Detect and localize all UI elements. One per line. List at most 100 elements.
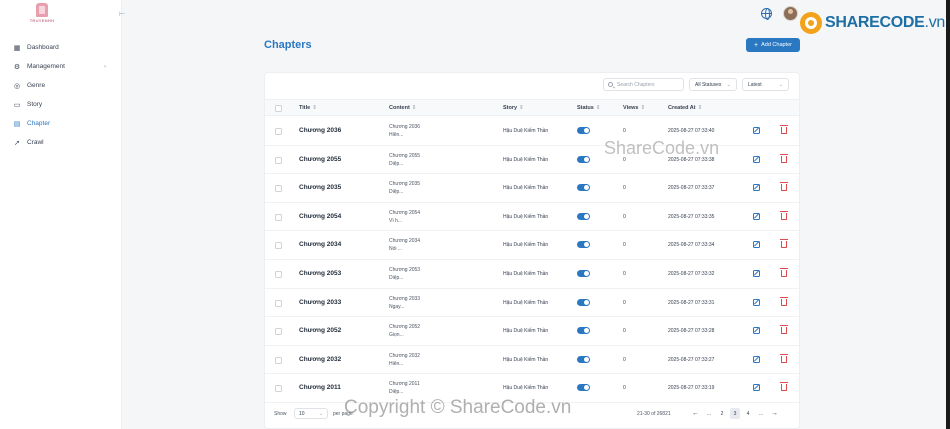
views-count: 0 — [623, 385, 626, 392]
chapter-content: Chương 2052 Giọn... — [389, 323, 420, 339]
trash-icon[interactable] — [780, 296, 788, 306]
status-toggle[interactable] — [577, 241, 590, 249]
trash-icon[interactable] — [780, 239, 788, 249]
chapter-title[interactable]: Chương 2034 — [299, 241, 341, 248]
status-toggle[interactable] — [577, 270, 590, 277]
page-button[interactable]: ... — [756, 408, 766, 419]
table-row[interactable]: Chương 2034 Chương 2034 Nói ... Hậu Duệ Kiế… — [265, 231, 799, 260]
story-name: Hậu Duệ Kiếm Thần — [503, 299, 549, 306]
order-select[interactable]: Latest ⌄ — [742, 78, 789, 91]
chapter-title[interactable]: Chương 2033 — [299, 299, 341, 306]
row-checkbox[interactable] — [275, 156, 282, 164]
table-row[interactable]: Chương 2035 Chương 2035 Diệp... Hậu Duệ Kiế… — [265, 174, 799, 203]
chapter-title[interactable]: Chương 2011 — [299, 384, 341, 391]
status-toggle[interactable] — [577, 298, 590, 306]
table-row[interactable]: Chương 2052 Chương 2052 Giọn... Hậu Duệ Kiế… — [265, 317, 799, 346]
trash-icon[interactable] — [780, 153, 788, 163]
edit-icon[interactable] — [753, 127, 760, 134]
chapter-title[interactable]: Chương 2032 — [299, 356, 341, 363]
row-checkbox[interactable] — [275, 185, 282, 193]
column-created-label: Created At — [668, 105, 696, 111]
status-toggle[interactable] — [577, 127, 590, 134]
column-header-created[interactable]: Created At ⇕ — [668, 105, 702, 111]
chapter-title[interactable]: Chương 2052 — [299, 327, 341, 334]
app-logo[interactable]: TRUYENHH — [24, 3, 60, 27]
row-checkbox[interactable] — [275, 213, 282, 221]
edit-icon[interactable] — [753, 270, 760, 277]
prev-page-arrow-icon[interactable]: ← — [690, 408, 701, 419]
chapter-content: Chương 2054 Vì h... — [389, 209, 420, 225]
trash-icon[interactable] — [780, 210, 788, 220]
trash-icon[interactable] — [780, 325, 788, 335]
chapter-content: Chương 2055 Diệp... — [389, 152, 420, 168]
column-header-views[interactable]: Views ⇕ — [623, 105, 645, 111]
edit-icon[interactable] — [753, 184, 760, 192]
add-chapter-label: Add Chapter — [761, 42, 792, 48]
table-row[interactable]: Chương 2053 Chương 2053 Diệp... Hậu Duệ Kiế… — [265, 260, 799, 289]
row-checkbox[interactable] — [275, 128, 282, 135]
edit-icon[interactable] — [753, 212, 760, 220]
page-button[interactable]: 4 — [743, 408, 753, 419]
trash-icon[interactable] — [780, 182, 788, 192]
edit-icon[interactable] — [753, 241, 760, 249]
status-filter-select[interactable]: All Statuses ⌄ — [689, 78, 737, 91]
sidebar-item-genre[interactable]: ◎ Genre — [0, 76, 122, 95]
row-checkbox[interactable] — [275, 242, 282, 250]
table-header: Title ⇕ Content ⇕ Story ⇕ Status ⇕ Views ⇕ Cr… — [265, 99, 799, 116]
story-name: Hậu Duệ Kiếm Thần — [503, 242, 549, 249]
edit-icon[interactable] — [753, 327, 760, 335]
trash-icon[interactable] — [780, 353, 788, 363]
column-header-content[interactable]: Content ⇕ — [389, 105, 416, 111]
row-checkbox[interactable] — [275, 356, 282, 364]
status-toggle[interactable] — [577, 327, 590, 335]
page-size-select[interactable]: 10 ⌄ — [294, 408, 328, 419]
watermark-bottom: Copyright © ShareCode.vn — [344, 397, 572, 418]
sidebar-item-management[interactable]: ⚙ Management › — [0, 57, 122, 76]
edit-icon[interactable] — [753, 155, 760, 163]
table-row[interactable]: Chương 2032 Chương 2032 Hiên... Hậu Duệ Kiế… — [265, 346, 799, 375]
sidebar-item-crawl[interactable]: ➚ Crawl — [0, 133, 122, 152]
globe-icon[interactable] — [761, 8, 772, 20]
search-input[interactable]: Search Chapters — [603, 78, 684, 91]
chapter-title[interactable]: Chương 2054 — [299, 213, 341, 220]
table-row[interactable]: Chương 2033 Chương 2033 Ngay... Hậu Duệ Kiế… — [265, 289, 799, 318]
content-line-2: Diệp... — [389, 275, 404, 281]
collapse-sidebar-icon[interactable]: ⊢ — [119, 10, 125, 18]
add-chapter-button[interactable]: + Add Chapter — [746, 38, 800, 52]
column-header-title[interactable]: Title ⇕ — [299, 105, 317, 111]
trash-icon[interactable] — [780, 125, 788, 134]
chapter-title[interactable]: Chương 2036 — [299, 127, 341, 134]
sort-icon: ⇕ — [640, 105, 646, 111]
column-story-label: Story — [503, 105, 518, 111]
sidebar-item-dashboard[interactable]: ▦ Dashboard — [0, 38, 122, 57]
status-toggle[interactable] — [577, 212, 590, 220]
page-button[interactable]: 3 — [730, 408, 740, 419]
row-checkbox[interactable] — [275, 385, 282, 393]
next-page-arrow-icon[interactable]: → — [769, 408, 780, 419]
sidebar-item-story[interactable]: ▭ Story — [0, 95, 122, 114]
created-at: 2025-08-27 07:33:37 — [668, 185, 715, 192]
column-header-story[interactable]: Story ⇕ — [503, 105, 524, 111]
avatar[interactable] — [783, 6, 798, 21]
page-button[interactable]: 2 — [717, 408, 727, 419]
status-toggle[interactable] — [577, 355, 590, 363]
chapter-title[interactable]: Chương 2055 — [299, 156, 341, 163]
status-toggle[interactable] — [577, 384, 590, 392]
status-toggle[interactable] — [577, 184, 590, 192]
select-all-checkbox[interactable] — [275, 105, 282, 112]
row-checkbox[interactable] — [275, 328, 282, 336]
chapter-title[interactable]: Chương 2053 — [299, 270, 341, 277]
table-row[interactable]: Chương 2054 Chương 2054 Vì h... Hậu Duệ Kiế… — [265, 203, 799, 232]
edit-icon[interactable] — [753, 384, 760, 392]
status-toggle[interactable] — [577, 155, 590, 163]
edit-icon[interactable] — [753, 298, 760, 306]
page-button[interactable]: ... — [704, 408, 714, 419]
trash-icon[interactable] — [780, 382, 788, 392]
chapter-title[interactable]: Chương 2035 — [299, 184, 341, 191]
row-checkbox[interactable] — [275, 271, 282, 278]
edit-icon[interactable] — [753, 355, 760, 363]
trash-icon[interactable] — [780, 268, 788, 277]
sidebar-item-chapter[interactable]: ▤ Chapter — [0, 114, 122, 133]
row-checkbox[interactable] — [275, 299, 282, 307]
column-header-status[interactable]: Status ⇕ — [577, 105, 600, 111]
